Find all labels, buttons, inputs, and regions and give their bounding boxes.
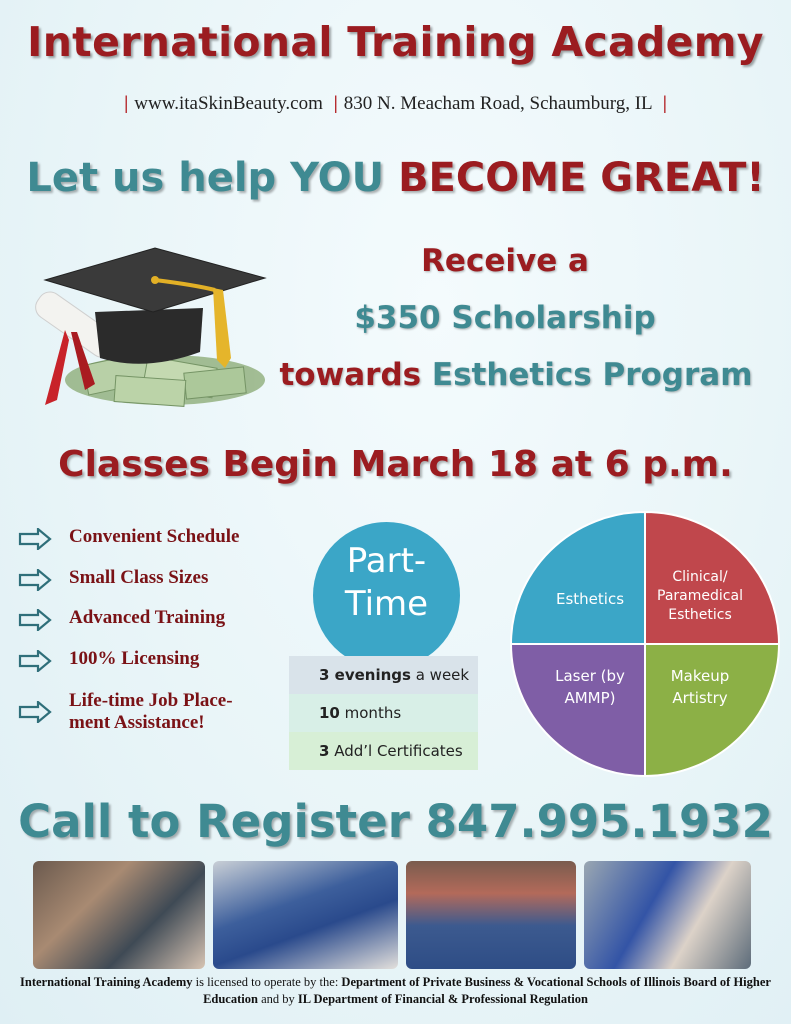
call-to-register: Call to Register 847.995.1932 — [18, 795, 773, 848]
footer-name: International Training Academy — [20, 975, 193, 989]
scholarship-line1: Receive a — [421, 243, 589, 279]
badge-line2: Time — [344, 584, 429, 624]
schedule-value: 3 — [319, 742, 330, 760]
footer-text1: is licensed to operate by the: — [192, 975, 342, 989]
schedule-table: 3 evenings a week 10 months 3 Add’l Cert… — [289, 656, 478, 770]
scholarship-amount: $350 Scholarship — [354, 300, 656, 336]
schedule-row: 10 months — [289, 694, 478, 732]
pie-label-esthetics: Esthetics — [556, 590, 624, 608]
part-time-badge: Part- Time — [313, 522, 460, 669]
footer-dept2: IL Department of Financial & Professiona… — [297, 992, 588, 1006]
arrow-right-icon — [18, 701, 52, 723]
schedule-value: 10 — [319, 704, 340, 722]
benefit-label: Convenient Schedule — [69, 526, 240, 547]
divider: | — [124, 93, 129, 114]
photo-students-4 — [584, 861, 751, 969]
benefit-label: 100% Licensing — [69, 648, 200, 669]
footer-text2: and by — [257, 992, 298, 1006]
photo-students-1 — [33, 861, 205, 969]
benefit-label: Advanced Training — [69, 607, 226, 628]
schedule-value: 3 evenings — [319, 666, 411, 684]
benefit-label: Small Class Sizes — [69, 567, 209, 588]
photo-students-3 — [406, 861, 576, 969]
arrow-right-icon — [18, 609, 52, 631]
badge-line1: Part- — [346, 541, 427, 581]
divider: | — [662, 93, 667, 114]
website-link[interactable]: www.itaSkinBeauty.com — [134, 93, 323, 114]
arrow-right-icon — [18, 650, 52, 672]
programs-pie: Esthetics Clinical/Paramedical Esthetics … — [509, 510, 781, 778]
arrow-right-icon — [18, 528, 52, 550]
scholarship-towards: towards — [279, 357, 432, 393]
academy-title: International Training Academy — [27, 18, 764, 66]
photo-students-2 — [213, 861, 398, 969]
contact-line: | www.itaSkinBeauty.com | 830 N. Meacham R… — [0, 93, 791, 115]
schedule-text: a week — [410, 666, 470, 684]
schedule-text: Add’l Certificates — [329, 742, 463, 760]
scholarship-line3: towards Esthetics Program — [246, 357, 786, 393]
address-text: 830 N. Meacham Road, Schaumburg, IL — [343, 93, 652, 114]
pie-slice-laser — [509, 643, 646, 778]
schedule-row: 3 Add’l Certificates — [289, 732, 478, 770]
pie-slice-esthetics — [509, 510, 646, 645]
headline-part2: BECOME GREAT! — [398, 155, 765, 201]
license-footer: International Training Academy is licens… — [0, 974, 791, 1008]
schedule-text: months — [339, 704, 402, 722]
classes-start: Classes Begin March 18 at 6 p.m. — [58, 444, 733, 485]
arrow-right-icon — [18, 569, 52, 591]
headline: Let us help YOU BECOME GREAT! — [0, 155, 791, 201]
pie-slice-makeup — [644, 643, 781, 778]
scholarship-program: Esthetics Program — [431, 357, 753, 393]
benefit-label: Life-time Job Place-ment Assistance! — [69, 690, 233, 733]
divider: | — [333, 93, 338, 114]
headline-part1: Let us help YOU — [26, 155, 399, 201]
schedule-row: 3 evenings a week — [289, 656, 478, 694]
